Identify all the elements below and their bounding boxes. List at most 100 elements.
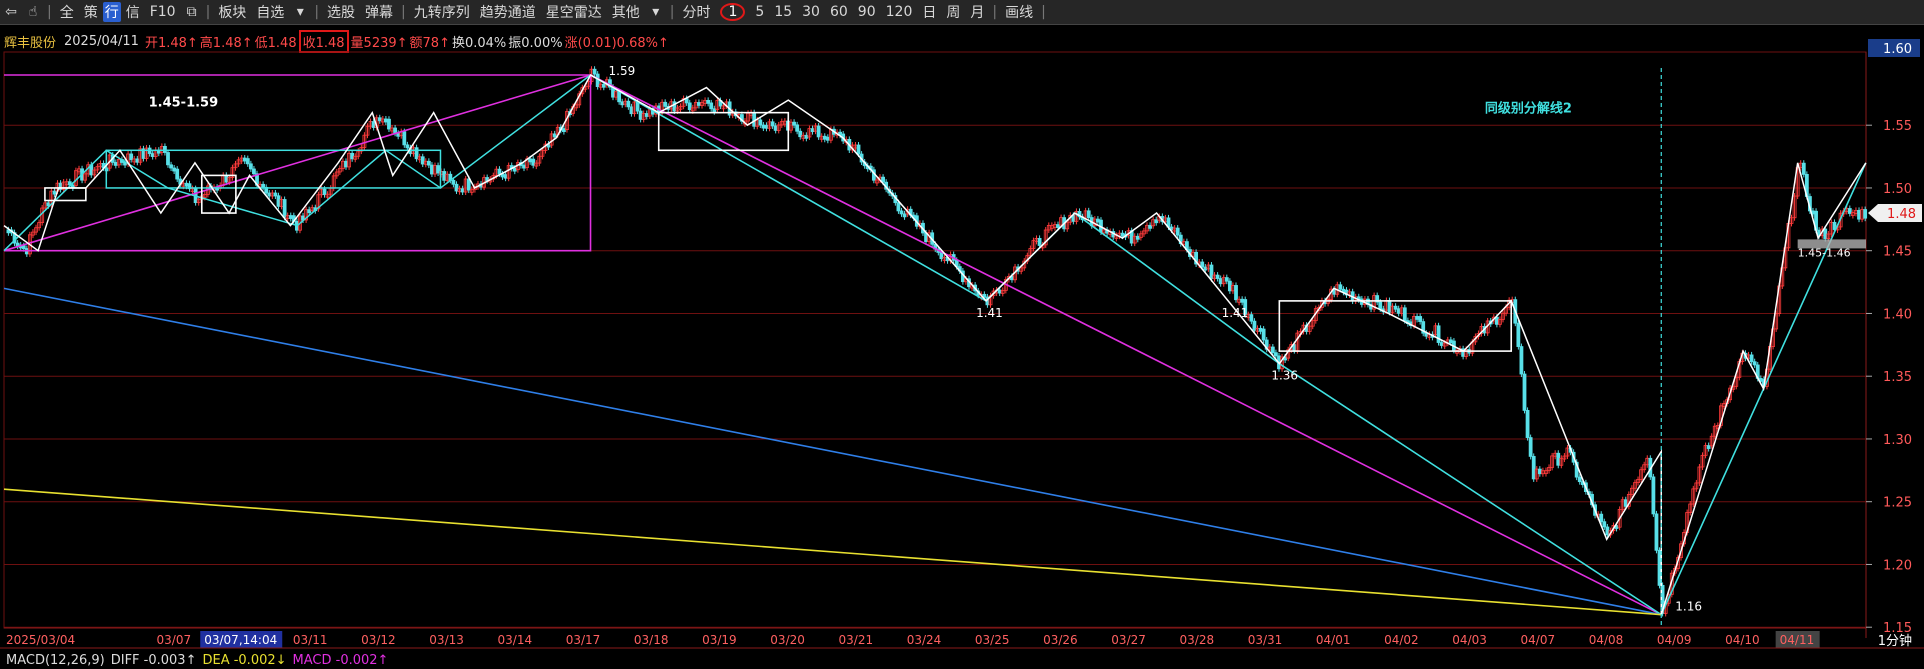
candle-body <box>552 133 557 138</box>
candle-body <box>617 91 622 103</box>
candle-body <box>252 168 256 175</box>
annotation-label: 1.59 <box>609 64 636 78</box>
x-tick-label: 03/19 <box>702 633 737 647</box>
x-tick-label: 03/12 <box>361 633 396 647</box>
candle-body <box>939 252 944 260</box>
macd-bar: MACD(12,26,9) DIFF -0.003↑ DEA -0.002↓ M… <box>0 651 388 669</box>
candle-body <box>1203 266 1208 271</box>
candle-body <box>420 156 425 165</box>
x-tick-label: 03/13 <box>429 633 464 647</box>
candle-body <box>528 158 533 163</box>
candle-body <box>1227 280 1232 292</box>
candle-body <box>1215 274 1220 279</box>
candle-body <box>761 124 766 129</box>
candle-body <box>1537 468 1542 475</box>
x-tick-label: 03/24 <box>907 633 942 647</box>
x-tick-label: 2025/03/04 <box>6 633 75 647</box>
candle-body <box>1749 354 1754 363</box>
candle-body <box>1135 235 1140 240</box>
candle-body <box>1037 237 1042 246</box>
trend-line-yellow <box>3 488 1662 616</box>
candle-body <box>1436 325 1441 343</box>
candle-body <box>414 147 419 160</box>
candle-body <box>620 101 625 106</box>
macd-title: MACD(12,26,9) <box>6 652 105 668</box>
candle-body <box>758 119 763 126</box>
candle-body <box>1224 277 1229 282</box>
candle-body <box>592 68 597 75</box>
candle-body <box>902 213 907 218</box>
y-tick-label: 1.20 <box>1883 558 1912 573</box>
macd-value: MACD -0.002↑ <box>292 652 389 668</box>
candle-body <box>810 128 815 133</box>
candle-body <box>129 153 134 160</box>
annotation-label: 1.45-1.46 <box>1798 246 1851 259</box>
candle-body <box>856 144 861 155</box>
candle-body <box>712 108 717 113</box>
candle-body <box>166 152 170 166</box>
candle-body <box>383 118 388 123</box>
candle-body <box>1096 218 1100 223</box>
candle-body <box>377 117 382 122</box>
candle-body <box>267 192 272 197</box>
annotation-label: 1.41 <box>976 306 1003 320</box>
candle-body <box>273 192 278 197</box>
candle-body <box>1402 307 1407 322</box>
candle-body <box>460 188 465 193</box>
candle-body <box>184 182 189 187</box>
candle-body <box>629 106 634 115</box>
candle-body <box>638 110 643 120</box>
chart-frame <box>3 51 1867 629</box>
candle-body <box>1338 284 1343 290</box>
candle-body <box>1857 209 1861 220</box>
candle-body <box>224 174 229 183</box>
candle-body <box>1387 300 1392 313</box>
current-price-label: 1.48 <box>1887 207 1916 222</box>
x-tick-label: 04/08 <box>1589 633 1624 647</box>
candle-body <box>709 102 714 110</box>
x-tick-label: 03/28 <box>1180 633 1215 647</box>
candle-body <box>522 164 526 169</box>
y-top-label: 1.60 <box>1883 42 1912 57</box>
x-tick-label: 04/09 <box>1657 633 1692 647</box>
trend-line-cyan <box>1074 212 1280 365</box>
candle-body <box>169 164 173 169</box>
candle-body <box>1863 209 1868 219</box>
candle-body <box>561 128 566 133</box>
x-tick-label: 04/11 <box>1780 633 1815 647</box>
candle-body <box>1528 437 1533 457</box>
stroke-zigzag-white <box>3 73 1867 615</box>
candle-body <box>1752 361 1757 366</box>
candle-body <box>1120 232 1125 237</box>
candle-body <box>601 83 606 88</box>
candle-body <box>697 102 701 106</box>
candle-body <box>804 134 809 139</box>
candle-body <box>1706 445 1711 449</box>
candle-body <box>896 202 901 212</box>
candle-body <box>752 112 757 127</box>
candle-body <box>497 168 502 175</box>
candle-body <box>1056 224 1060 228</box>
x-tick-label: 03/18 <box>634 633 669 647</box>
x-tick-label: 03/17 <box>566 633 601 647</box>
candle-body <box>436 165 440 174</box>
candle-body <box>825 136 830 141</box>
candle-body <box>687 102 692 111</box>
y-tick-label: 1.35 <box>1883 370 1912 385</box>
candle-body <box>795 124 800 132</box>
candle-body <box>626 100 631 108</box>
x-tick-label: 03/31 <box>1248 633 1283 647</box>
kline-chart[interactable]: 1.551.501.451.401.351.301.251.201.151.60… <box>0 0 1924 669</box>
candle-body <box>1270 346 1275 354</box>
candle-body <box>1258 327 1263 332</box>
candle-body <box>1599 513 1604 523</box>
candle-body <box>644 113 649 117</box>
candle-body <box>1393 305 1398 310</box>
candle-body <box>454 183 459 192</box>
candle-body <box>405 144 410 149</box>
candle-body <box>1200 261 1205 268</box>
x-tick-label: 03/20 <box>770 633 805 647</box>
candle-body <box>426 160 431 166</box>
candles <box>6 66 1868 617</box>
candle-body <box>1209 264 1214 280</box>
